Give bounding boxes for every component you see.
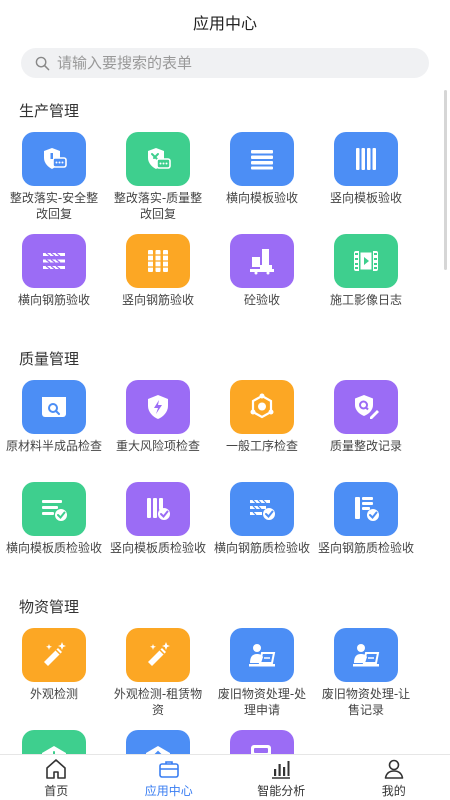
app-label: 横向钢筋验收 <box>17 293 90 307</box>
warehouse-in-icon <box>22 730 86 754</box>
list-check-icon <box>22 482 86 536</box>
app-vertical-rebar[interactable]: 竖向钢筋验收 <box>106 234 210 336</box>
app-appearance-inspection[interactable]: 外观检测 <box>2 628 106 730</box>
tab-profile[interactable]: 我的 <box>338 755 450 800</box>
app-raw-material-check[interactable]: 原材料半成品检查 <box>2 380 106 482</box>
tab-smart-analysis[interactable]: 智能分析 <box>225 755 338 800</box>
app-label: 重大风险项检查 <box>115 439 200 453</box>
shield-bolt-icon <box>126 380 190 434</box>
app-vertical-formwork-qc[interactable]: 竖向模板质检验收 <box>106 482 210 584</box>
search-icon <box>35 55 51 71</box>
concrete-mixer-icon <box>230 234 294 288</box>
app-label: 施工影像日志 <box>329 293 402 307</box>
home-icon <box>46 758 67 779</box>
magic-wand-icon <box>126 628 190 682</box>
app-label: 废旧物资处理-让售记录 <box>321 687 411 717</box>
film-icon <box>334 234 398 288</box>
section-title: 质量管理 <box>19 350 80 368</box>
bar-chart-icon <box>272 760 291 779</box>
vertical-lines-icon <box>334 132 398 186</box>
app-label: 砼验收 <box>243 293 280 307</box>
app-label: 原材料半成品检查 <box>5 439 102 453</box>
person-write-icon <box>230 628 294 682</box>
app-label: 竖向钢筋验收 <box>121 293 194 307</box>
tab-home[interactable]: 首页 <box>0 755 113 800</box>
app-scrap-disposal-application[interactable]: 废旧物资处理-处理申请 <box>210 628 314 730</box>
app-label: 一般工序检查 <box>225 439 298 453</box>
app-major-risk-check[interactable]: 重大风险项检查 <box>106 380 210 482</box>
shield-edit-icon <box>334 380 398 434</box>
tab-label: 智能分析 <box>257 783 306 798</box>
doc-check-icon <box>334 482 398 536</box>
section-production: 生产管理 整改落实-安全整改回复 整改落实-质量整改回复 横向模板验收 竖向模板… <box>0 88 450 336</box>
app-general-process-check[interactable]: 一般工序检查 <box>210 380 314 482</box>
hex-nodes-icon <box>230 380 294 434</box>
bars-check-icon <box>126 482 190 536</box>
shield-chat-icon <box>22 132 86 186</box>
tab-label: 我的 <box>381 783 406 798</box>
app-label: 废旧物资处理-处理申请 <box>217 687 307 717</box>
calculator-icon <box>230 730 294 754</box>
app-warehouse-in[interactable] <box>2 730 106 754</box>
horizontal-lines-icon <box>230 132 294 186</box>
app-horizontal-rebar[interactable]: 横向钢筋验收 <box>2 234 106 336</box>
section-quality: 质量管理 原材料半成品检查 重大风险项检查 一般工序检查 质量整改记录 横向模板… <box>0 336 450 584</box>
app-label: 横向模板验收 <box>225 191 298 205</box>
app-list[interactable]: 生产管理 整改落实-安全整改回复 整改落实-质量整改回复 横向模板验收 竖向模板… <box>0 88 450 754</box>
bottom-tab-bar: 首页 应用中心 智能分析 我的 <box>0 754 450 800</box>
tab-label: 首页 <box>44 783 69 798</box>
app-label: 横向钢筋质检验收 <box>213 541 310 555</box>
tools-chat-icon <box>126 132 190 186</box>
app-quality-rectification-reply[interactable]: 整改落实-质量整改回复 <box>106 132 210 234</box>
warehouse-out-icon <box>126 730 190 754</box>
search-input[interactable] <box>57 54 397 72</box>
briefcase-icon <box>158 760 179 778</box>
inspect-box-icon <box>22 380 86 434</box>
app-warehouse-out[interactable] <box>106 730 210 754</box>
section-materials: 物资管理 外观检测 外观检测-租赁物资 废旧物资处理-处理申请 废旧物资处理-让… <box>0 584 450 754</box>
app-vertical-formwork[interactable]: 竖向模板验收 <box>314 132 418 234</box>
app-label: 整改落实-质量整改回复 <box>113 191 203 221</box>
app-safety-rectification-reply[interactable]: 整改落实-安全整改回复 <box>2 132 106 234</box>
section-title: 物资管理 <box>19 598 80 616</box>
app-label: 质量整改记录 <box>329 439 402 453</box>
magic-wand-icon <box>22 628 86 682</box>
tab-label: 应用中心 <box>144 783 193 798</box>
app-horizontal-formwork[interactable]: 横向模板验收 <box>210 132 314 234</box>
app-concrete-acceptance[interactable]: 砼验收 <box>210 234 314 336</box>
app-label: 整改落实-安全整改回复 <box>9 191 99 221</box>
section-title: 生产管理 <box>19 102 80 120</box>
rebar-check-icon <box>230 482 294 536</box>
rebar-horizontal-icon <box>22 234 86 288</box>
app-quality-rectification-record[interactable]: 质量整改记录 <box>314 380 418 482</box>
person-write-icon <box>334 628 398 682</box>
app-label: 竖向模板验收 <box>329 191 402 205</box>
app-horizontal-rebar-qc[interactable]: 横向钢筋质检验收 <box>210 482 314 584</box>
app-label: 竖向模板质检验收 <box>109 541 206 555</box>
user-icon <box>384 759 404 779</box>
rebar-vertical-icon <box>126 234 190 288</box>
search-bar[interactable] <box>21 48 429 78</box>
header: 应用中心 <box>0 0 450 44</box>
app-construction-photo-log[interactable]: 施工影像日志 <box>314 234 418 336</box>
app-label: 外观检测 <box>29 687 78 701</box>
app-label: 外观检测-租赁物资 <box>113 687 203 717</box>
tab-app-center[interactable]: 应用中心 <box>113 755 226 800</box>
app-appearance-inspection-rental[interactable]: 外观检测-租赁物资 <box>106 628 210 730</box>
app-label: 横向模板质检验收 <box>5 541 102 555</box>
page-title: 应用中心 <box>192 14 257 33</box>
app-calculator[interactable] <box>210 730 314 754</box>
app-scrap-disposal-sale-record[interactable]: 废旧物资处理-让售记录 <box>314 628 418 730</box>
app-horizontal-formwork-qc[interactable]: 横向模板质检验收 <box>2 482 106 584</box>
scrollbar[interactable] <box>444 90 447 270</box>
app-label: 竖向钢筋质检验收 <box>317 541 414 555</box>
app-vertical-rebar-qc[interactable]: 竖向钢筋质检验收 <box>314 482 418 584</box>
